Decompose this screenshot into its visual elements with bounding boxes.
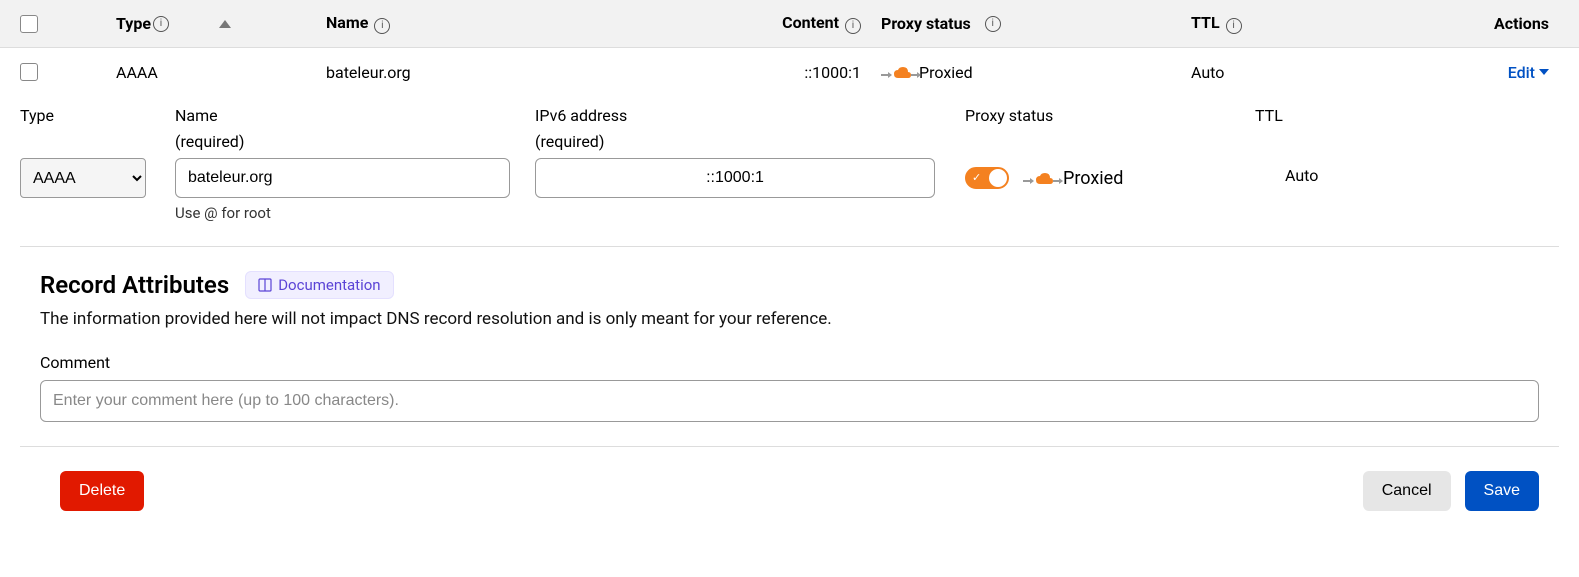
select-all-checkbox[interactable] [20,15,38,33]
delete-button[interactable]: Delete [60,471,144,511]
row-ttl: Auto [1191,63,1224,82]
col-header-content[interactable]: Content [782,13,839,32]
proxy-label: Proxy status [965,106,1255,126]
ipv6-label: IPv6 address [535,106,945,126]
book-icon [258,278,272,292]
documentation-link[interactable]: Documentation [245,271,393,299]
documentation-label: Documentation [278,276,380,294]
col-header-proxy[interactable]: Proxy status [881,14,971,33]
ttl-value: Auto [1255,158,1425,185]
edit-label: Edit [1508,63,1535,82]
info-icon[interactable]: i [985,16,1001,32]
proxied-cloud-icon [1023,170,1049,186]
record-attributes-desc: The information provided here will not i… [40,309,1539,329]
divider [20,446,1559,447]
proxy-text: Proxied [1063,168,1123,189]
save-button[interactable]: Save [1465,471,1539,511]
comment-label: Comment [40,353,1539,372]
name-label: Name [175,106,535,126]
cancel-button[interactable]: Cancel [1363,471,1451,511]
info-icon[interactable]: i [153,16,169,32]
check-icon: ✓ [972,171,981,184]
record-attributes-section: Record Attributes Documentation The info… [0,271,1579,422]
name-hint: Use @ for root [175,204,535,222]
type-select[interactable]: AAAA [20,158,146,198]
record-edit-panel: Type . AAAA Name (required) Use @ for ro… [0,96,1579,222]
sort-ascending-icon[interactable] [219,20,231,28]
row-name: bateleur.org [326,63,411,82]
row-type: AAAA [116,63,158,82]
edit-footer: Delete Cancel Save [0,471,1579,541]
record-attributes-title: Record Attributes [40,271,229,299]
edit-button[interactable]: Edit [1508,63,1549,82]
comment-input[interactable] [40,380,1539,422]
proxy-toggle[interactable]: ✓ [965,167,1009,189]
type-label: Type [20,106,175,126]
col-header-name[interactable]: Name [326,13,368,32]
row-proxy-text: Proxied [919,63,973,82]
ipv6-input[interactable] [535,158,935,198]
col-header-ttl[interactable]: TTL [1191,13,1220,32]
name-required: (required) [175,132,535,152]
ttl-label: TTL [1255,106,1425,126]
info-icon[interactable]: i [845,18,861,34]
row-checkbox[interactable] [20,63,38,81]
chevron-down-icon [1539,69,1549,75]
col-header-actions: Actions [1494,14,1549,33]
dns-table-header: Type i Name i Content i Proxy status i T… [0,0,1579,48]
col-header-type[interactable]: Type [116,14,151,33]
proxied-cloud-icon [881,64,907,80]
ipv6-required: (required) [535,132,945,152]
dns-record-row: AAAA bateleur.org ::1000:1 Proxied Auto … [0,48,1579,96]
divider [20,246,1559,247]
info-icon[interactable]: i [374,18,390,34]
row-content: ::1000:1 [804,63,861,82]
name-input[interactable] [175,158,510,198]
info-icon[interactable]: i [1226,18,1242,34]
